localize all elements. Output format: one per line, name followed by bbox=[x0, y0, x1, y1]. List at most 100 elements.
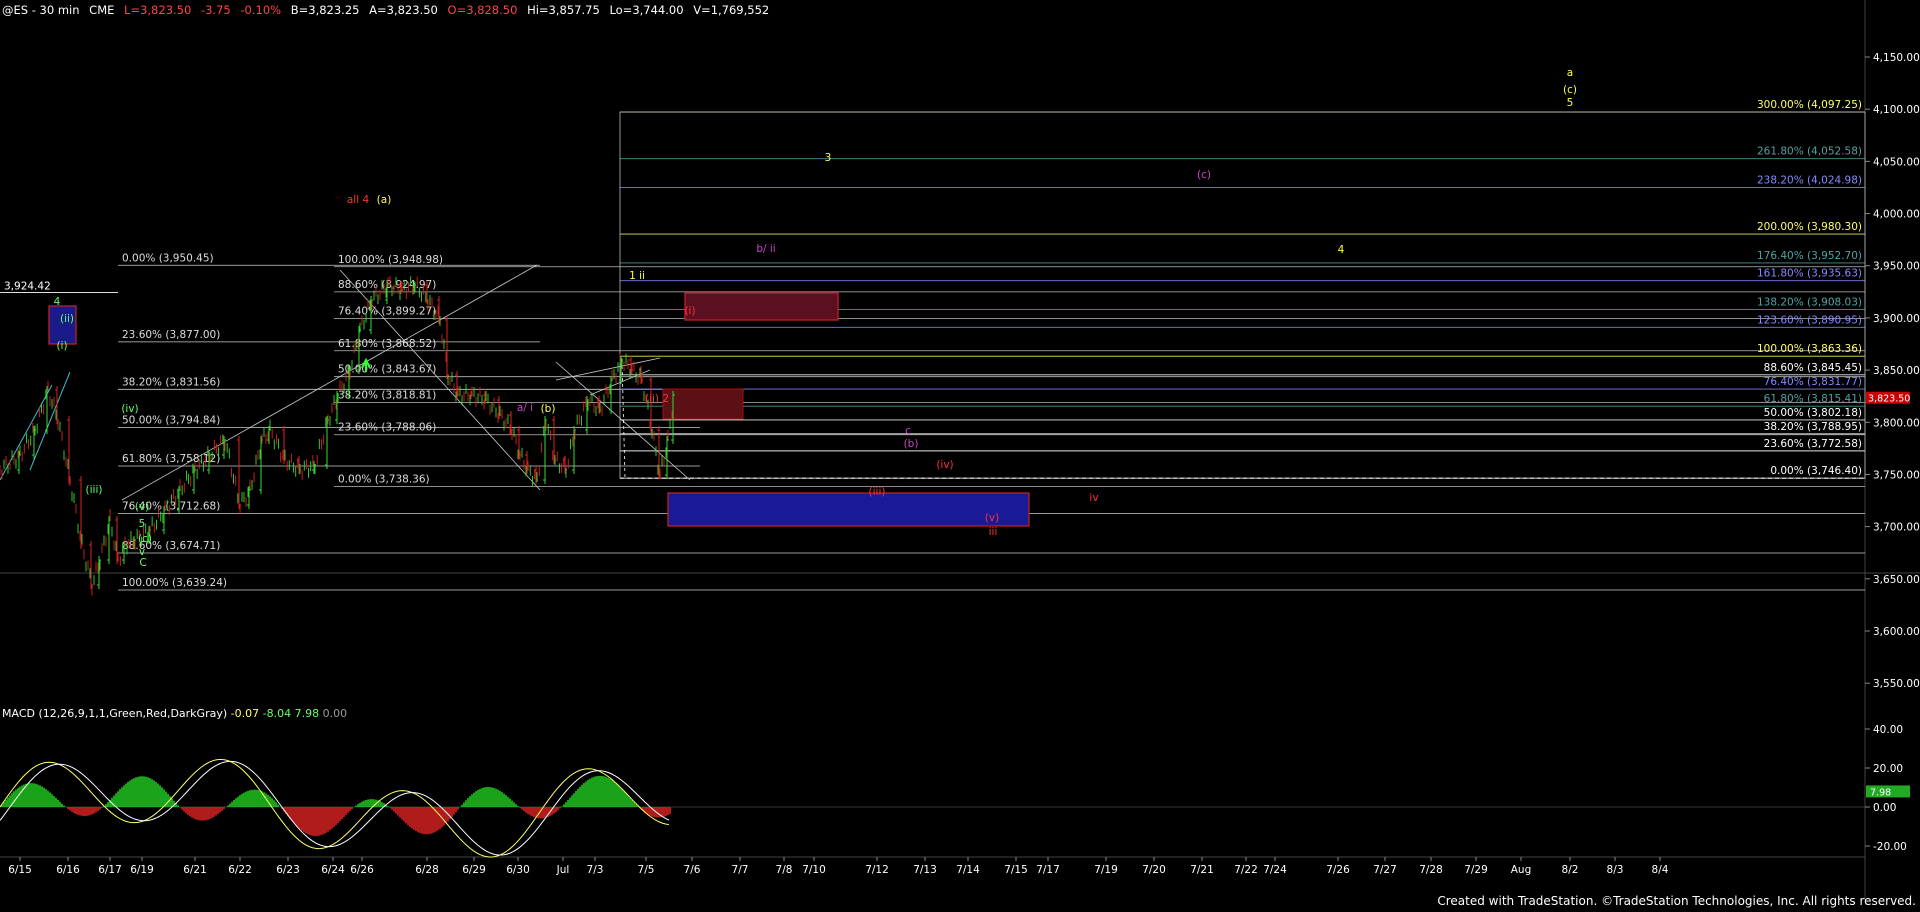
fib-mid-label: 0.00% (3,738.36) bbox=[338, 474, 430, 486]
vertical-dashed bbox=[621, 359, 626, 479]
wave-label: (a) bbox=[377, 194, 392, 206]
fib-right-label: 238.20% (4,024.98) bbox=[1757, 174, 1862, 186]
chart-header: @ES - 30 min CME L=3,823.50 -3.75 -0.10%… bbox=[2, 3, 775, 17]
time-tick-label: 7/29 bbox=[1464, 864, 1488, 876]
price-tick-label: 3,800.00 bbox=[1873, 417, 1920, 429]
wave-label: (iii) bbox=[869, 486, 886, 498]
open-label: O=3,828.50 bbox=[447, 3, 518, 17]
wave-label: c bbox=[905, 425, 911, 437]
time-tick-label: 7/27 bbox=[1373, 864, 1397, 876]
time-tick-label: 7/26 bbox=[1326, 864, 1350, 876]
macd-title: MACD (12,26,9,1,1,Green,Red,DarkGray) bbox=[2, 707, 228, 720]
wave-label: iii bbox=[989, 526, 998, 538]
macd-value-3: 7.98 bbox=[294, 707, 320, 720]
target-box-mid bbox=[662, 388, 744, 420]
time-tick-label: 7/19 bbox=[1094, 864, 1118, 876]
footer-credit: Created with TradeStation. ©TradeStation… bbox=[1437, 894, 1916, 908]
time-tick-label: 7/14 bbox=[956, 864, 980, 876]
time-tick-label: 6/29 bbox=[462, 864, 486, 876]
price-tick-label: 4,050.00 bbox=[1873, 156, 1920, 168]
time-tick-label: 7/10 bbox=[802, 864, 826, 876]
time-tick-label: 7/3 bbox=[587, 864, 604, 876]
wave-label: 1 ii bbox=[629, 270, 645, 282]
fib-right-label: 300.00% (4,097.25) bbox=[1757, 99, 1862, 111]
wave-label: a/ i bbox=[517, 402, 533, 414]
macd-tick-label: 40.00 bbox=[1873, 724, 1903, 736]
last-price-value: 3,823.50 bbox=[1868, 394, 1910, 405]
wave-label: (c) bbox=[1197, 169, 1211, 181]
price-tick-label: 3,550.00 bbox=[1873, 678, 1920, 690]
price-tick-label: 3,750.00 bbox=[1873, 469, 1920, 481]
wave-label: C bbox=[139, 557, 146, 569]
time-tick-label: 7/28 bbox=[1419, 864, 1443, 876]
macd-tick-label: 20.00 bbox=[1873, 763, 1903, 775]
fib-left-label: 38.20% (3,831.56) bbox=[122, 376, 220, 388]
fib-mid-label: 76.40% (3,899.27) bbox=[338, 306, 436, 318]
time-tick-label: 6/26 bbox=[350, 864, 374, 876]
time-tick-label: 6/15 bbox=[8, 864, 32, 876]
fib-right-label: 176.40% (3,952.70) bbox=[1757, 250, 1862, 262]
fib-right-label: 50.00% (3,802.18) bbox=[1764, 407, 1862, 419]
macd-value-4: 0.00 bbox=[322, 707, 348, 720]
fib-mid-label: 23.60% (3,788.06) bbox=[338, 422, 436, 434]
macd-tick-label: -20.00 bbox=[1873, 841, 1907, 853]
macd-label: MACD (12,26,9,1,1,Green,Red,DarkGray) -0… bbox=[2, 707, 347, 720]
fib-mid-label: 38.20% (3,818.81) bbox=[338, 390, 436, 402]
time-tick-label: Jul bbox=[556, 864, 570, 876]
price-tick-label: 3,650.00 bbox=[1873, 574, 1920, 586]
time-tick-label: 6/28 bbox=[415, 864, 439, 876]
last-price-label: L=3,823.50 bbox=[124, 3, 192, 17]
symbol-label: @ES - 30 min bbox=[2, 3, 80, 17]
time-tick-label: 8/3 bbox=[1607, 864, 1624, 876]
price-tick-label: 3,950.00 bbox=[1873, 261, 1920, 273]
time-tick-label: 6/22 bbox=[228, 864, 252, 876]
time-tick-label: 7/6 bbox=[684, 864, 701, 876]
wave-label: (c) bbox=[138, 533, 152, 545]
time-tick-label: 7/20 bbox=[1142, 864, 1166, 876]
wave-label: all 4 bbox=[347, 194, 370, 206]
price-tick-label: 4,100.00 bbox=[1873, 104, 1920, 116]
wave-label: b/ ii bbox=[756, 243, 775, 255]
time-tick-label: 7/5 bbox=[638, 864, 655, 876]
ask-label: A=3,823.50 bbox=[369, 3, 438, 17]
price-tick-label: 3,700.00 bbox=[1873, 522, 1920, 534]
fib-mid-label: 61.80% (3,868.52) bbox=[338, 338, 436, 350]
wave-label: (iii) bbox=[86, 484, 103, 496]
wave-label: a bbox=[1567, 67, 1573, 79]
wave-label: 5 bbox=[1567, 97, 1574, 109]
time-tick-label: 6/16 bbox=[56, 864, 80, 876]
fib-left-label: 0.00% (3,950.45) bbox=[122, 252, 214, 264]
fib-left-label: 100.00% (3,639.24) bbox=[122, 577, 227, 589]
time-tick-label: 7/24 bbox=[1263, 864, 1287, 876]
bid-label: B=3,823.25 bbox=[290, 3, 360, 17]
price-chart[interactable]: 4,150.00 4,100.00 4,050.00 4,000.00 3,950.00… bbox=[0, 0, 1920, 912]
macd-last-value: 7.98 bbox=[1870, 787, 1891, 798]
macd-value-2: -8.04 bbox=[262, 707, 292, 720]
volume-label: V=1,769,552 bbox=[693, 3, 770, 17]
wave-label: 3 bbox=[825, 152, 832, 164]
target-box-left bbox=[48, 305, 77, 345]
fib-right-label: 261.80% (4,052.58) bbox=[1757, 146, 1862, 158]
price-tick-label: 4,000.00 bbox=[1873, 209, 1920, 221]
price-tick-label: 3,600.00 bbox=[1873, 626, 1920, 638]
exchange-label: CME bbox=[89, 3, 115, 17]
time-tick-label: 6/17 bbox=[98, 864, 122, 876]
fib-left-label: 23.60% (3,877.00) bbox=[122, 329, 220, 341]
price-tick-label: 3,850.00 bbox=[1873, 365, 1920, 377]
time-tick-label: 8/2 bbox=[1562, 864, 1579, 876]
time-tick-label: 7/8 bbox=[776, 864, 793, 876]
low-label: Lo=3,744.00 bbox=[609, 3, 684, 17]
fib-left-label: 50.00% (3,794.84) bbox=[122, 415, 220, 427]
time-tick-label: 6/30 bbox=[506, 864, 530, 876]
high-label: Hi=3,857.75 bbox=[527, 3, 600, 17]
wave-label: (b) bbox=[541, 403, 556, 415]
fib-right-label: 76.40% (3,831.77) bbox=[1764, 376, 1862, 388]
fib-right-label: 200.00% (3,980.30) bbox=[1757, 221, 1862, 233]
time-tick-label: 8/4 bbox=[1652, 864, 1669, 876]
wave-label: (c) bbox=[1563, 84, 1577, 96]
time-tick-label: 6/24 bbox=[321, 864, 345, 876]
time-tick-label: 7/12 bbox=[865, 864, 889, 876]
time-tick-label: 7/21 bbox=[1190, 864, 1214, 876]
fib-right-label: 138.20% (3,908.03) bbox=[1757, 297, 1862, 309]
wave-label: (ii) 2 bbox=[645, 393, 669, 405]
